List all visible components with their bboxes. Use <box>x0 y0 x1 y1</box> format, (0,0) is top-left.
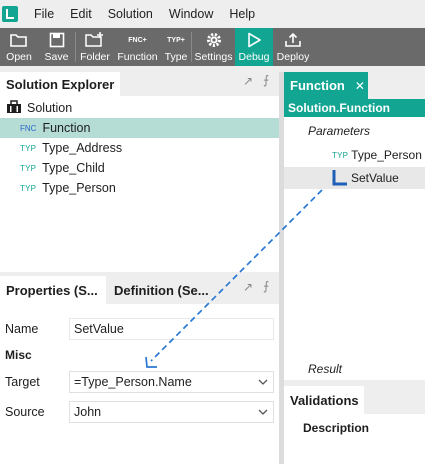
chevron-down-icon <box>258 409 268 415</box>
gear-icon <box>205 31 223 49</box>
step-row-setvalue[interactable]: SetValue <box>284 167 425 189</box>
tree-item-type-child[interactable]: TYP Type_Child <box>0 158 279 178</box>
pin-icon[interactable]: ⨍ <box>263 73 269 87</box>
name-label: Name <box>5 322 39 336</box>
type-badge-icon: TYP <box>20 183 37 193</box>
deploy-button[interactable]: Deploy <box>273 28 313 66</box>
target-dropdown[interactable]: =Type_Person.Name <box>69 371 274 393</box>
solution-explorer-tabstrip: Solution Explorer <box>0 72 280 96</box>
tab-solution-explorer[interactable]: Solution Explorer <box>0 72 121 96</box>
function-badge-icon: FNC <box>20 123 37 133</box>
folder-button[interactable]: Folder <box>76 28 114 66</box>
type-button[interactable]: TYP + Type <box>161 28 191 66</box>
add-type-icon: TYP + <box>167 36 185 44</box>
tree-item-function[interactable]: FNC Function <box>0 118 279 138</box>
properties-pane: Name SetValue Misc Target =Type_Person.N… <box>0 304 279 464</box>
tree-root-solution[interactable]: Solution <box>0 98 279 118</box>
setvalue-step-icon <box>332 170 347 186</box>
validations-pane: Description <box>284 414 425 464</box>
tab-definition[interactable]: Definition (Se... <box>106 276 218 304</box>
type-badge-icon: TYP <box>20 143 37 153</box>
validations-tabstrip: Validations <box>284 386 425 414</box>
pin-icon[interactable]: ⨍ <box>263 279 269 293</box>
settings-button[interactable]: Settings <box>192 28 235 66</box>
function-button[interactable]: FNC + Function <box>114 28 161 66</box>
debug-button[interactable]: Debug <box>235 28 273 66</box>
add-function-icon: FNC + <box>128 36 147 44</box>
open-button[interactable]: Open <box>0 28 38 66</box>
source-dropdown[interactable]: John <box>69 401 274 423</box>
close-icon[interactable]: ✕ <box>355 79 365 93</box>
menu-window[interactable]: Window <box>161 7 221 21</box>
properties-tabstrip: Properties (S... Definition (Se... <box>0 276 280 304</box>
save-icon <box>49 31 65 49</box>
tree-label: Solution <box>27 101 73 115</box>
tree-label: Type_Person <box>42 181 116 195</box>
parameters-label: Parameters <box>308 124 371 138</box>
tree-label: Type_Address <box>42 141 123 155</box>
menu-edit[interactable]: Edit <box>62 7 100 21</box>
parameter-item[interactable]: TYP Type_Person <box>332 148 422 162</box>
tree-item-type-address[interactable]: TYP Type_Address <box>0 138 279 158</box>
tree-label: Function <box>42 121 91 135</box>
type-badge-icon: TYP <box>332 150 349 160</box>
function-header: Solution.Function <box>284 99 425 117</box>
float-pane-icon[interactable]: ↗ <box>243 74 253 88</box>
tab-properties[interactable]: Properties (S... <box>0 276 106 304</box>
tree-label: Type_Child <box>42 161 105 175</box>
target-label: Target <box>5 375 40 389</box>
chevron-down-icon <box>258 379 268 385</box>
description-column-header: Description <box>303 421 370 435</box>
menu-file[interactable]: File <box>26 7 62 21</box>
result-row: Result <box>284 359 425 380</box>
save-button[interactable]: Save <box>38 28 75 66</box>
app-logo-icon <box>2 6 18 22</box>
menu-bar: File Edit Solution Window Help <box>0 0 425 28</box>
function-canvas[interactable]: Parameters TYP Type_Person SetValue <box>284 117 425 380</box>
solution-explorer-pane: Solution FNC Function TYP Type_Address T… <box>0 96 279 272</box>
menu-help[interactable]: Help <box>221 7 263 21</box>
section-misc: Misc <box>5 348 32 362</box>
open-folder-icon <box>10 31 28 49</box>
play-icon <box>246 31 262 49</box>
name-field[interactable]: SetValue <box>69 318 274 340</box>
vertical-splitter[interactable] <box>279 72 284 464</box>
source-label: Source <box>5 405 45 419</box>
add-folder-icon <box>85 31 105 49</box>
tree-item-type-person[interactable]: TYP Type_Person <box>0 178 279 198</box>
menu-solution[interactable]: Solution <box>100 7 161 21</box>
type-badge-icon: TYP <box>20 163 37 173</box>
tab-validations[interactable]: Validations <box>284 386 364 414</box>
upload-icon <box>284 31 302 49</box>
float-pane-icon[interactable]: ↗ <box>243 280 253 294</box>
prop-row-name: Name SetValue <box>0 317 279 341</box>
toolbar: Open Save Folder FNC + Function TYP + Type… <box>0 28 425 66</box>
prop-row-source: Source John <box>0 400 279 424</box>
tab-function[interactable]: Function ✕ <box>284 72 368 99</box>
solution-icon <box>6 99 22 117</box>
prop-row-target: Target =Type_Person.Name <box>0 370 279 394</box>
